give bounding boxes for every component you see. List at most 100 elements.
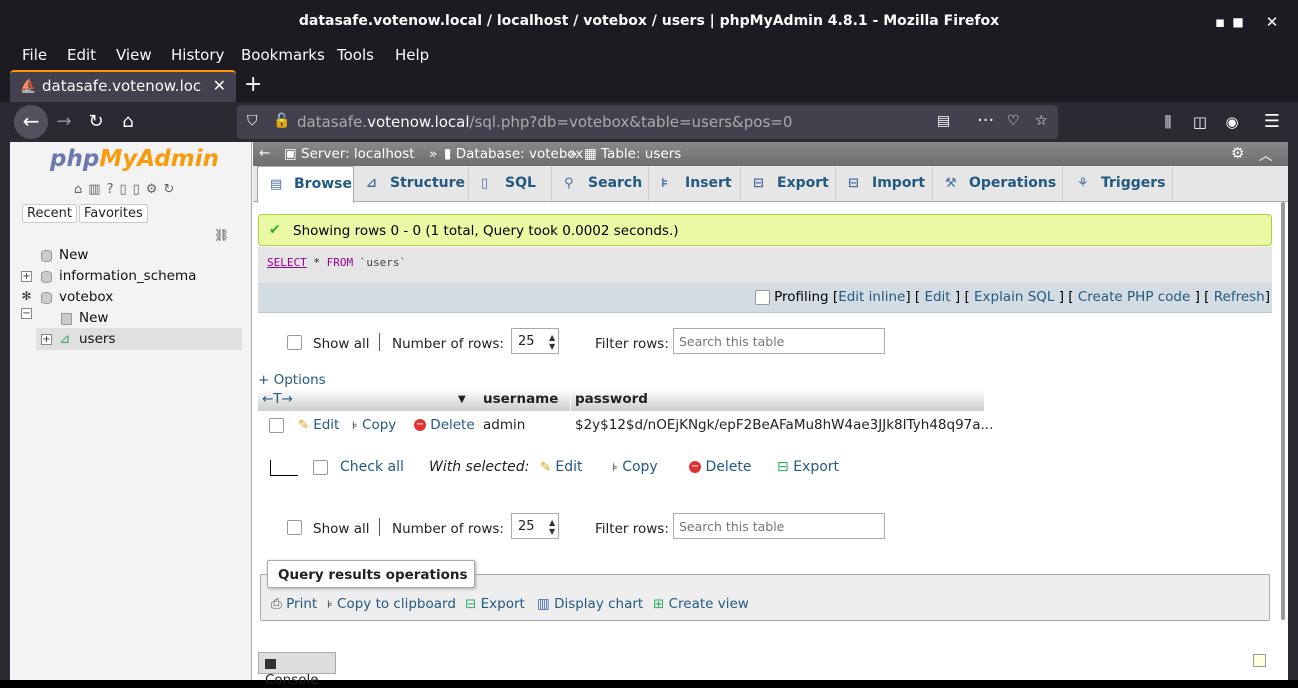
with-selected-edit[interactable]: ✎ Edit [540, 459, 582, 475]
tree-new-table[interactable]: New [79, 310, 108, 326]
shield-icon[interactable]: ⛉ [247, 113, 258, 129]
home-icon[interactable]: ⌂ [74, 182, 88, 197]
options-toggle[interactable]: + Options [258, 372, 326, 388]
print-link[interactable]: ⎙ Print [271, 596, 317, 612]
filter-rows-input[interactable]: Search this table [673, 513, 885, 539]
url-bar[interactable]: ⛉ 🔓 datasafe.votenow.local/sql.php?db=vo… [237, 105, 1058, 139]
forward-button[interactable]: → [50, 108, 78, 136]
show-all-checkbox[interactable] [287, 519, 302, 535]
help-icon[interactable]: ? [107, 182, 120, 197]
create-php-code-link[interactable]: Create PHP code [1078, 289, 1190, 305]
tab-export[interactable]: ⊟ Export [741, 166, 836, 201]
hamburger-menu-icon[interactable]: ☰ [1258, 108, 1286, 136]
new-tab-button[interactable]: + [244, 72, 262, 97]
row-copy-link[interactable]: ⊧ Copy [352, 417, 396, 433]
settings-gear-icon[interactable]: ⚙ [1231, 144, 1244, 162]
reload-button[interactable]: ↻ [82, 108, 110, 136]
favorites-tab[interactable]: Favorites [79, 204, 148, 223]
reader-view-icon[interactable]: ▤ [937, 113, 950, 129]
breadcrumb-table[interactable]: ▦ Table: users [584, 146, 681, 162]
settings-icon[interactable]: ⚙ [146, 182, 164, 197]
collapse-nav-icon[interactable]: ← [259, 145, 270, 161]
account-icon[interactable]: ◉ [1218, 108, 1246, 136]
tab-insert[interactable]: ⊧ Insert [649, 166, 741, 201]
filter-rows-input[interactable]: Search this table [673, 328, 885, 354]
maximize-button[interactable]: ■ [1228, 12, 1248, 32]
number-of-rows-select[interactable]: 25 ▲ ▼ [511, 513, 559, 539]
show-all-checkbox[interactable] [287, 334, 302, 350]
pocket-icon[interactable]: ♡ [1007, 113, 1020, 129]
url-text[interactable]: datasafe.votenow.local/sql.php?db=votebo… [297, 113, 792, 131]
docs-icon[interactable]: ▯ [119, 182, 132, 197]
display-chart-link[interactable]: ▥ Display chart [537, 596, 643, 612]
column-password[interactable]: password [575, 391, 648, 407]
column-username[interactable]: username [483, 391, 558, 407]
close-window-button[interactable]: ✕ [1262, 12, 1282, 32]
back-button[interactable]: ← [14, 105, 48, 139]
tab-import[interactable]: ⊟ Import [836, 166, 933, 201]
tab-triggers[interactable]: ⚘ Triggers [1063, 166, 1173, 201]
sql-query[interactable]: SELECT * FROM `users` [267, 256, 406, 269]
expand-information-schema-icon[interactable]: + [21, 271, 32, 282]
menu-tools[interactable]: Tools [337, 46, 374, 64]
create-view-link[interactable]: ⊞ Create view [653, 596, 749, 612]
browser-tab[interactable]: ⛵ datasafe.votenow.local / localhost ✕ [10, 70, 236, 102]
tree-votebox[interactable]: votebox [59, 289, 113, 305]
logout-icon[interactable]: ▥ [88, 182, 106, 197]
menu-view[interactable]: View [116, 46, 152, 64]
recent-tab[interactable]: Recent [22, 204, 77, 223]
breadcrumb-database[interactable]: ▮ Database: votebox [444, 146, 583, 162]
refresh-link[interactable]: Refresh [1214, 289, 1265, 305]
check-all-label[interactable]: Check all [340, 459, 404, 475]
menu-edit[interactable]: Edit [67, 46, 96, 64]
menu-help[interactable]: Help [395, 46, 429, 64]
menu-file[interactable]: File [22, 46, 47, 64]
number-of-rows-select[interactable]: 25 ▲ ▼ [511, 328, 559, 354]
edit-query-link[interactable]: Edit [924, 289, 950, 305]
tab-browse[interactable]: ▤ Browse [257, 166, 354, 203]
collapse-votebox-icon[interactable]: − [21, 308, 32, 319]
tab-search[interactable]: ⚲ Search [552, 166, 649, 201]
with-selected-delete[interactable]: − Delete [689, 459, 751, 475]
docs2-icon[interactable]: ▯ [133, 182, 146, 197]
tab-operations[interactable]: ⚒ Operations [933, 166, 1063, 201]
explain-sql-link[interactable]: Explain SQL [974, 289, 1054, 305]
reload-nav-icon[interactable]: ↻ [163, 182, 180, 197]
sort-dropdown-icon[interactable]: ▼ [458, 394, 466, 405]
tab-close-icon[interactable]: ✕ [213, 76, 226, 95]
check-all-checkbox[interactable] [313, 459, 328, 475]
with-selected-copy[interactable]: ⊧ Copy [612, 459, 658, 475]
with-selected-export[interactable]: ⊟ Export [777, 459, 839, 475]
collapse-top-icon[interactable]: ︿ [1259, 144, 1273, 164]
copy-to-clipboard-link[interactable]: ⊧ Copy to clipboard [327, 596, 456, 612]
cell-password[interactable]: $2y$12$d/nOEjKNgk/epF2BeAFaMu8hW4ae3JJk8… [575, 417, 993, 433]
console-toggle[interactable]: Console [258, 652, 336, 688]
row-edit-link[interactable]: ✎ Edit [298, 417, 339, 433]
profiling-checkbox[interactable] [754, 289, 770, 305]
row-checkbox[interactable] [269, 417, 284, 433]
menu-history[interactable]: History [171, 46, 224, 64]
tree-users-table[interactable]: users [79, 331, 115, 347]
expand-users-icon[interactable]: + [41, 334, 52, 345]
phpmyadmin-logo[interactable]: phpMyAdmin [50, 146, 219, 172]
breadcrumb-server[interactable]: ▣ Server: localhost [284, 146, 415, 162]
cell-username[interactable]: admin [483, 417, 525, 433]
insecure-lock-icon[interactable]: 🔓 [273, 113, 290, 129]
tree-information-schema[interactable]: information_schema [59, 268, 196, 284]
column-arrows[interactable]: ←T→ [262, 391, 293, 407]
library-icon[interactable]: ⫼ [1154, 108, 1182, 136]
edit-inline-link[interactable]: Edit inline [838, 289, 905, 305]
vertical-scrollbar[interactable] [1281, 202, 1285, 620]
home-button[interactable]: ⌂ [114, 108, 142, 136]
sidebar-toggle-icon[interactable]: ◫ [1186, 108, 1214, 136]
tab-sql[interactable]: ▯ SQL [469, 166, 552, 201]
link-with-main-icon[interactable]: ⛓ [214, 228, 229, 242]
minimize-button[interactable]: ▪ [1210, 12, 1230, 32]
more-actions-icon[interactable]: ··· [977, 110, 994, 131]
menu-bookmarks[interactable]: Bookmarks [241, 46, 325, 64]
tab-structure[interactable]: ⊿ Structure [354, 166, 469, 201]
bookmark-star-icon[interactable]: ☆ [1035, 113, 1048, 129]
row-delete-link[interactable]: − Delete [414, 417, 475, 433]
tree-new-database[interactable]: New [59, 247, 88, 263]
notes-icon[interactable] [1253, 654, 1266, 667]
